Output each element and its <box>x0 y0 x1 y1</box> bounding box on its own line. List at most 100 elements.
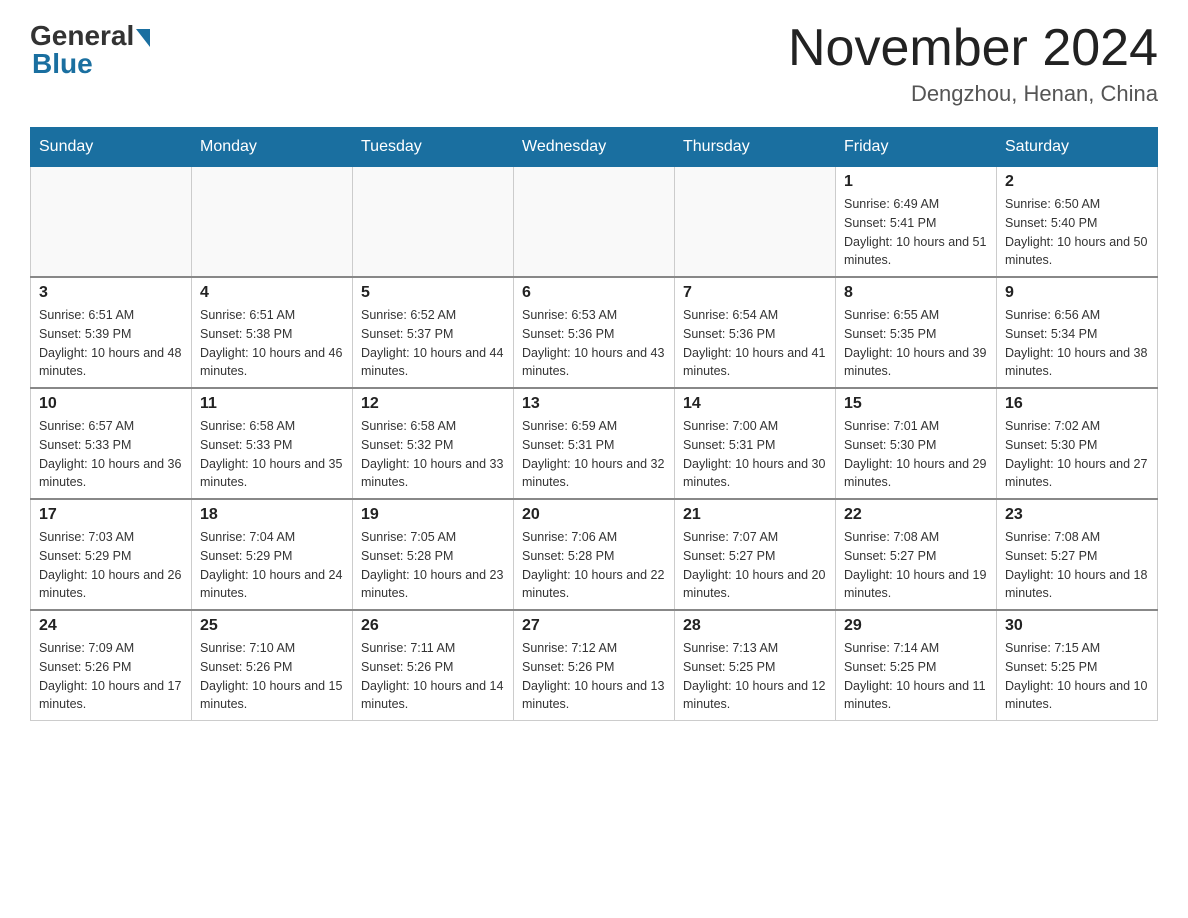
column-header-sunday: Sunday <box>31 128 192 167</box>
calendar-cell: 30 Sunrise: 7:15 AM Sunset: 5:25 PM Dayli… <box>997 610 1158 721</box>
calendar-cell: 17 Sunrise: 7:03 AM Sunset: 5:29 PM Dayli… <box>31 499 192 610</box>
logo-blue-text: Blue <box>32 48 93 80</box>
day-info: Sunrise: 6:51 AM Sunset: 5:38 PM Dayligh… <box>200 306 344 381</box>
day-number: 8 <box>844 284 988 302</box>
calendar-cell: 29Sunrise: 7:14 AM Sunset: 5:25 PM Dayli… <box>836 610 997 721</box>
day-number: 27 <box>522 617 666 635</box>
day-number: 14 <box>683 395 827 413</box>
day-info: Sunrise: 6:51 AM Sunset: 5:39 PM Dayligh… <box>39 306 183 381</box>
day-number: 26 <box>361 617 505 635</box>
day-info: Sunrise: 7:07 AM Sunset: 5:27 PM Dayligh… <box>683 528 827 603</box>
day-number: 2 <box>1005 173 1149 191</box>
calendar-cell: 16 Sunrise: 7:02 AM Sunset: 5:30 PM Dayli… <box>997 388 1158 499</box>
calendar-cell <box>192 167 353 278</box>
calendar-cell: 28 Sunrise: 7:13 AM Sunset: 5:25 PM Dayli… <box>675 610 836 721</box>
day-info: Sunrise: 7:03 AM Sunset: 5:29 PM Dayligh… <box>39 528 183 603</box>
column-header-monday: Monday <box>192 128 353 167</box>
day-number: 18 <box>200 506 344 524</box>
day-number: 3 <box>39 284 183 302</box>
day-info: Sunrise: 7:05 AM Sunset: 5:28 PM Dayligh… <box>361 528 505 603</box>
day-info: Sunrise: 7:13 AM Sunset: 5:25 PM Dayligh… <box>683 639 827 714</box>
day-number: 5 <box>361 284 505 302</box>
day-info: Sunrise: 6:57 AM Sunset: 5:33 PM Dayligh… <box>39 417 183 492</box>
day-info: Sunrise: 6:58 AM Sunset: 5:32 PM Dayligh… <box>361 417 505 492</box>
day-info: Sunrise: 6:53 AM Sunset: 5:36 PM Dayligh… <box>522 306 666 381</box>
day-info: Sunrise: 6:59 AM Sunset: 5:31 PM Dayligh… <box>522 417 666 492</box>
day-number: 20 <box>522 506 666 524</box>
day-info: Sunrise: 7:08 AM Sunset: 5:27 PM Dayligh… <box>844 528 988 603</box>
day-info: Sunrise: 7:02 AM Sunset: 5:30 PM Dayligh… <box>1005 417 1149 492</box>
calendar-cell: 27 Sunrise: 7:12 AM Sunset: 5:26 PM Dayli… <box>514 610 675 721</box>
day-info: Sunrise: 7:11 AM Sunset: 5:26 PM Dayligh… <box>361 639 505 714</box>
calendar-cell: 11 Sunrise: 6:58 AM Sunset: 5:33 PM Dayli… <box>192 388 353 499</box>
calendar-cell: 6 Sunrise: 6:53 AM Sunset: 5:36 PM Daylig… <box>514 277 675 388</box>
day-info: Sunrise: 6:50 AM Sunset: 5:40 PM Dayligh… <box>1005 195 1149 270</box>
day-number: 16 <box>1005 395 1149 413</box>
calendar-cell: 4 Sunrise: 6:51 AM Sunset: 5:38 PM Daylig… <box>192 277 353 388</box>
day-info: Sunrise: 6:55 AM Sunset: 5:35 PM Dayligh… <box>844 306 988 381</box>
calendar-cell: 7 Sunrise: 6:54 AM Sunset: 5:36 PM Daylig… <box>675 277 836 388</box>
day-number: 1 <box>844 173 988 191</box>
day-number: 4 <box>200 284 344 302</box>
calendar-cell: 5Sunrise: 6:52 AM Sunset: 5:37 PM Daylig… <box>353 277 514 388</box>
day-number: 9 <box>1005 284 1149 302</box>
calendar-cell: 18 Sunrise: 7:04 AM Sunset: 5:29 PM Dayli… <box>192 499 353 610</box>
day-number: 7 <box>683 284 827 302</box>
day-info: Sunrise: 7:15 AM Sunset: 5:25 PM Dayligh… <box>1005 639 1149 714</box>
day-info: Sunrise: 6:54 AM Sunset: 5:36 PM Dayligh… <box>683 306 827 381</box>
day-number: 21 <box>683 506 827 524</box>
calendar-cell: 13 Sunrise: 6:59 AM Sunset: 5:31 PM Dayli… <box>514 388 675 499</box>
day-number: 6 <box>522 284 666 302</box>
month-title: November 2024 <box>788 20 1158 77</box>
week-row-5: 24 Sunrise: 7:09 AM Sunset: 5:26 PM Dayli… <box>31 610 1158 721</box>
day-number: 22 <box>844 506 988 524</box>
day-info: Sunrise: 7:12 AM Sunset: 5:26 PM Dayligh… <box>522 639 666 714</box>
day-number: 17 <box>39 506 183 524</box>
day-number: 28 <box>683 617 827 635</box>
day-number: 11 <box>200 395 344 413</box>
week-row-2: 3 Sunrise: 6:51 AM Sunset: 5:39 PM Daylig… <box>31 277 1158 388</box>
calendar-cell: 25 Sunrise: 7:10 AM Sunset: 5:26 PM Dayli… <box>192 610 353 721</box>
calendar-cell: 12 Sunrise: 6:58 AM Sunset: 5:32 PM Dayli… <box>353 388 514 499</box>
calendar-cell: 22 Sunrise: 7:08 AM Sunset: 5:27 PM Dayli… <box>836 499 997 610</box>
logo: General Blue <box>30 20 150 80</box>
day-info: Sunrise: 6:49 AM Sunset: 5:41 PM Dayligh… <box>844 195 988 270</box>
day-info: Sunrise: 7:04 AM Sunset: 5:29 PM Dayligh… <box>200 528 344 603</box>
title-section: November 2024 Dengzhou, Henan, China <box>788 20 1158 107</box>
day-number: 15 <box>844 395 988 413</box>
calendar-cell <box>31 167 192 278</box>
day-number: 12 <box>361 395 505 413</box>
header-row: SundayMondayTuesdayWednesdayThursdayFrid… <box>31 128 1158 167</box>
logo-arrow-icon <box>136 29 150 47</box>
calendar-cell <box>514 167 675 278</box>
day-info: Sunrise: 7:00 AM Sunset: 5:31 PM Dayligh… <box>683 417 827 492</box>
calendar-cell <box>675 167 836 278</box>
calendar-cell: 8 Sunrise: 6:55 AM Sunset: 5:35 PM Daylig… <box>836 277 997 388</box>
calendar-cell: 21 Sunrise: 7:07 AM Sunset: 5:27 PM Dayli… <box>675 499 836 610</box>
calendar-cell: 19Sunrise: 7:05 AM Sunset: 5:28 PM Dayli… <box>353 499 514 610</box>
day-info: Sunrise: 6:56 AM Sunset: 5:34 PM Dayligh… <box>1005 306 1149 381</box>
page-header: General Blue November 2024 Dengzhou, Hen… <box>30 20 1158 107</box>
calendar-cell: 2 Sunrise: 6:50 AM Sunset: 5:40 PM Daylig… <box>997 167 1158 278</box>
day-info: Sunrise: 6:58 AM Sunset: 5:33 PM Dayligh… <box>200 417 344 492</box>
day-number: 30 <box>1005 617 1149 635</box>
day-number: 10 <box>39 395 183 413</box>
calendar-cell: 3 Sunrise: 6:51 AM Sunset: 5:39 PM Daylig… <box>31 277 192 388</box>
calendar-cell <box>353 167 514 278</box>
day-number: 24 <box>39 617 183 635</box>
calendar-cell: 20Sunrise: 7:06 AM Sunset: 5:28 PM Dayli… <box>514 499 675 610</box>
day-info: Sunrise: 7:10 AM Sunset: 5:26 PM Dayligh… <box>200 639 344 714</box>
week-row-3: 10 Sunrise: 6:57 AM Sunset: 5:33 PM Dayli… <box>31 388 1158 499</box>
day-info: Sunrise: 7:09 AM Sunset: 5:26 PM Dayligh… <box>39 639 183 714</box>
column-header-wednesday: Wednesday <box>514 128 675 167</box>
calendar-cell: 15 Sunrise: 7:01 AM Sunset: 5:30 PM Dayli… <box>836 388 997 499</box>
day-info: Sunrise: 7:08 AM Sunset: 5:27 PM Dayligh… <box>1005 528 1149 603</box>
day-info: Sunrise: 7:01 AM Sunset: 5:30 PM Dayligh… <box>844 417 988 492</box>
column-header-saturday: Saturday <box>997 128 1158 167</box>
calendar-cell: 9 Sunrise: 6:56 AM Sunset: 5:34 PM Daylig… <box>997 277 1158 388</box>
day-number: 13 <box>522 395 666 413</box>
day-info: Sunrise: 7:14 AM Sunset: 5:25 PM Dayligh… <box>844 639 988 714</box>
day-number: 25 <box>200 617 344 635</box>
week-row-4: 17 Sunrise: 7:03 AM Sunset: 5:29 PM Dayli… <box>31 499 1158 610</box>
week-row-1: 1 Sunrise: 6:49 AM Sunset: 5:41 PM Daylig… <box>31 167 1158 278</box>
